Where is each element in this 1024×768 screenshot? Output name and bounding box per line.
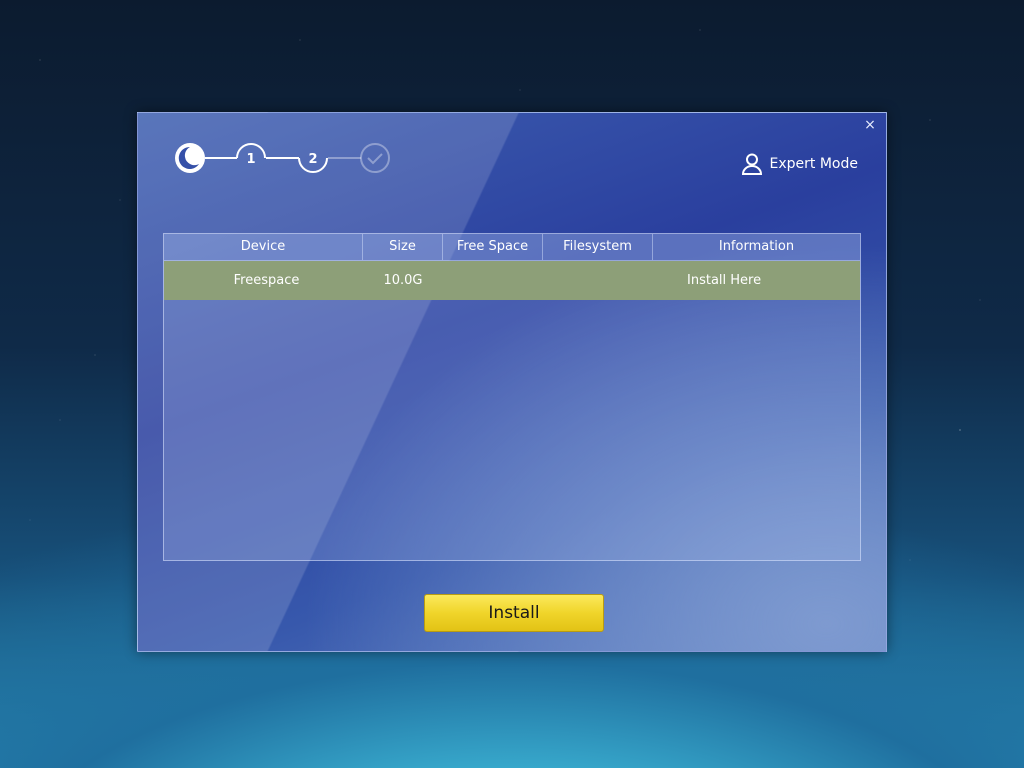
step-progress-graphic: 1 2 xyxy=(175,143,390,173)
install-button[interactable]: Install xyxy=(424,594,604,632)
table-header: Device Size Free Space Filesystem Inform… xyxy=(164,234,860,261)
expert-mode-label: Expert Mode xyxy=(769,156,858,172)
cell-filesystem xyxy=(543,261,653,300)
column-header-information[interactable]: Information xyxy=(653,234,860,260)
step-progress: 1 2 xyxy=(174,141,394,177)
close-icon: × xyxy=(864,117,876,133)
user-icon xyxy=(741,153,762,175)
close-button[interactable]: × xyxy=(862,117,878,133)
installer-dialog: × 1 2 Expert Mode Device Size Free Space… xyxy=(137,112,887,652)
column-header-free-space[interactable]: Free Space xyxy=(443,234,543,260)
logo-icon xyxy=(175,143,205,173)
column-header-device[interactable]: Device xyxy=(164,234,363,260)
column-header-filesystem[interactable]: Filesystem xyxy=(543,234,653,260)
step-3-check-icon xyxy=(360,143,390,173)
cell-device: Freespace xyxy=(233,273,300,288)
expert-mode-button[interactable]: Expert Mode xyxy=(741,153,858,175)
cell-information: Install Here xyxy=(687,273,762,288)
cell-size: 10.0G xyxy=(383,273,423,288)
step-1-number: 1 xyxy=(246,152,255,167)
table-row[interactable]: Freespace 10.0G Install Here xyxy=(164,261,860,300)
step-2-number: 2 xyxy=(308,152,317,167)
column-header-size[interactable]: Size xyxy=(363,234,443,260)
cell-free-space xyxy=(443,261,543,300)
partition-table: Device Size Free Space Filesystem Inform… xyxy=(163,233,861,561)
